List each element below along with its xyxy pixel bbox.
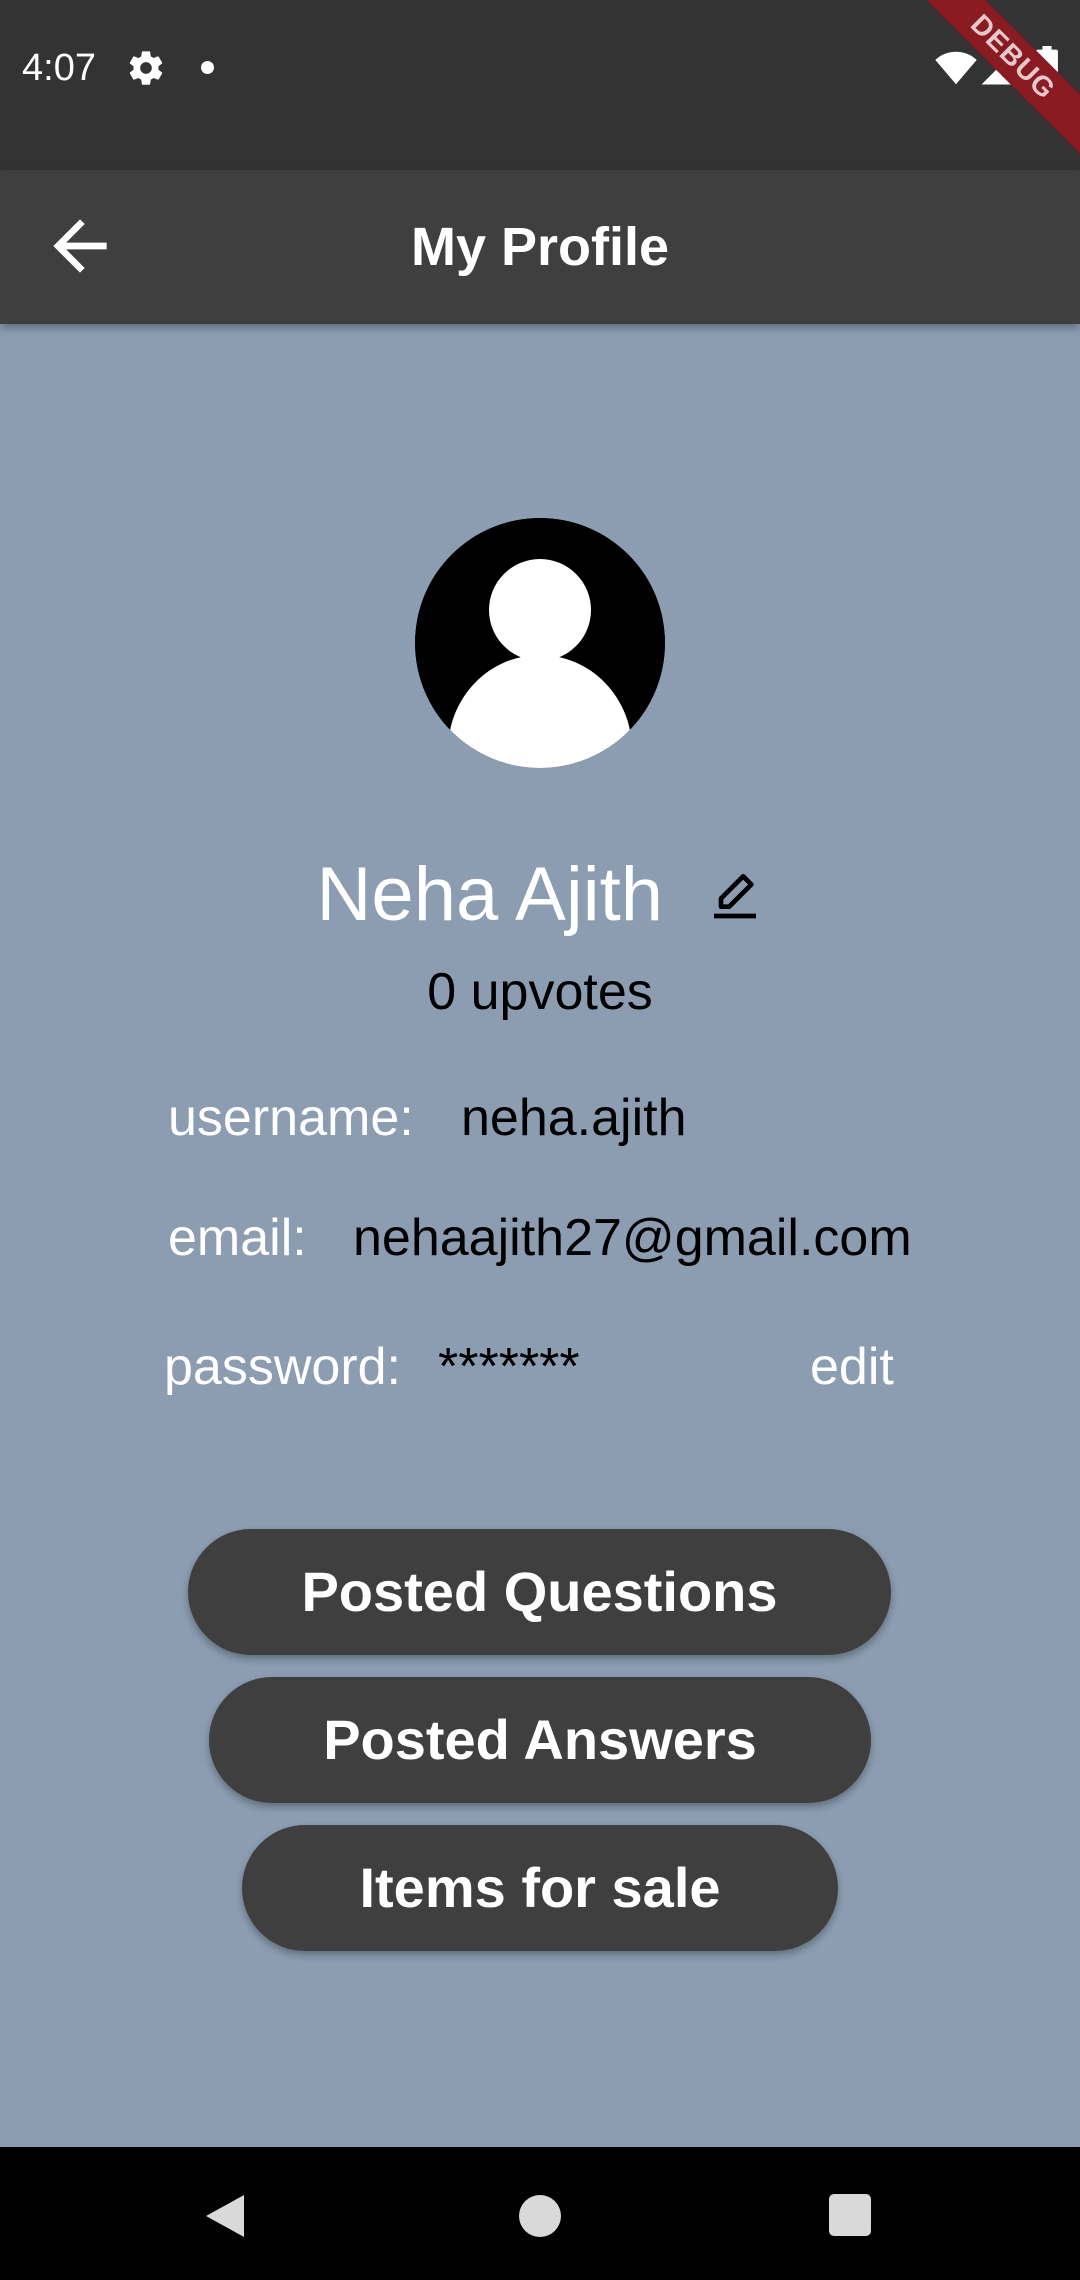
username-value: neha.ajith (461, 1089, 687, 1147)
notification-dot (201, 61, 214, 74)
system-nav-bar (0, 2147, 1080, 2280)
profile-name: Neha Ajith (316, 852, 663, 937)
email-label: email: (168, 1209, 307, 1267)
app-bar: My Profile (0, 170, 1080, 324)
profile-name-row: Neha Ajith (0, 845, 1080, 945)
page-title: My Profile (410, 217, 670, 277)
posted-questions-button[interactable]: Posted Questions (188, 1529, 891, 1655)
password-value: ******* (438, 1338, 580, 1396)
password-label: password: (164, 1338, 401, 1396)
back-arrow-icon[interactable] (40, 206, 120, 286)
wifi-icon (935, 51, 977, 85)
nav-recents-icon[interactable] (829, 2194, 871, 2236)
email-value: nehaajith27@gmail.com (353, 1209, 912, 1267)
edit-password-link[interactable]: edit (810, 1337, 894, 1397)
upvotes-count: 0 upvotes (427, 963, 653, 1021)
items-for-sale-button[interactable]: Items for sale (242, 1825, 838, 1951)
username-label: username: (168, 1089, 414, 1147)
status-time: 4:07 (22, 47, 96, 89)
gear-icon (129, 51, 163, 85)
nav-back-icon[interactable] (204, 2193, 246, 2239)
nav-home-icon[interactable] (519, 2195, 561, 2237)
avatar-person-icon (415, 518, 665, 768)
avatar (415, 518, 665, 768)
posted-answers-button[interactable]: Posted Answers (209, 1677, 871, 1803)
status-bar: 4:07 DEBUG (0, 0, 1080, 170)
pencil-edit-icon[interactable] (707, 867, 763, 923)
